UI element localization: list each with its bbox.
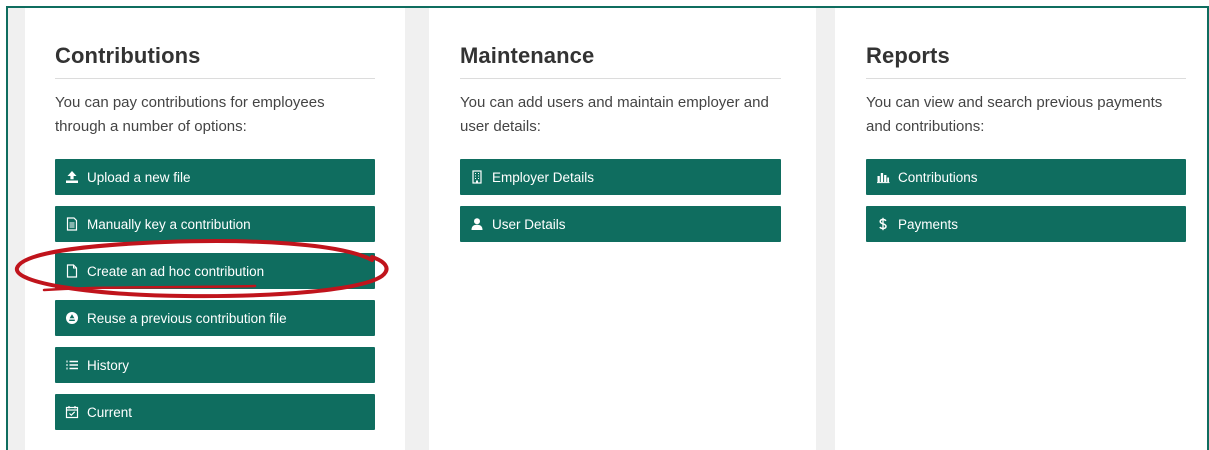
maintenance-panel-content: Maintenance You can add users and mainta… xyxy=(460,42,781,253)
reuse-previous-contribution-file-button[interactable]: Reuse a previous contribution file xyxy=(55,300,375,336)
manually-key-contribution-label: Manually key a contribution xyxy=(87,216,251,232)
maintenance-panel: Maintenance You can add users and mainta… xyxy=(429,8,816,450)
building-icon xyxy=(470,170,484,184)
user-details-label: User Details xyxy=(492,216,566,232)
history-label: History xyxy=(87,357,130,373)
current-button[interactable]: Current xyxy=(55,394,375,430)
recycle-icon xyxy=(65,311,79,325)
contributions-panel-content: Contributions You can pay contributions … xyxy=(55,42,375,441)
reports-panel: Reports You can view and search previous… xyxy=(835,8,1207,450)
employer-details-button[interactable]: Employer Details xyxy=(460,159,781,195)
payments-button[interactable]: Payments xyxy=(866,206,1186,242)
document-blank-icon xyxy=(65,264,79,278)
employer-details-label: Employer Details xyxy=(492,169,595,185)
dashboard-frame: Contributions You can pay contributions … xyxy=(6,6,1209,450)
contributions-panel: Contributions You can pay contributions … xyxy=(25,8,405,450)
document-lines-icon xyxy=(65,217,79,231)
upload-new-file-label: Upload a new file xyxy=(87,169,191,185)
reports-description: You can view and search previous payment… xyxy=(866,94,1163,135)
user-icon xyxy=(470,217,484,231)
user-details-button[interactable]: User Details xyxy=(460,206,781,242)
maintenance-description: You can add users and maintain employer … xyxy=(460,94,769,135)
upload-icon xyxy=(65,170,79,184)
reuse-previous-contribution-file-label: Reuse a previous contribution file xyxy=(87,310,287,326)
reports-contributions-button[interactable]: Contributions xyxy=(866,159,1186,195)
bar-chart-icon xyxy=(876,170,890,184)
reports-panel-content: Reports You can view and search previous… xyxy=(866,42,1186,253)
payments-label: Payments xyxy=(898,216,959,232)
contributions-description: You can pay contributions for employees … xyxy=(55,94,325,135)
maintenance-heading: Maintenance xyxy=(460,42,781,79)
create-ad-hoc-contribution-button[interactable]: Create an ad hoc contribution xyxy=(55,253,375,289)
contributions-heading: Contributions xyxy=(55,42,375,79)
current-label: Current xyxy=(87,404,133,420)
reports-heading: Reports xyxy=(866,42,1186,79)
create-ad-hoc-contribution-label: Create an ad hoc contribution xyxy=(87,263,265,279)
dollar-icon xyxy=(876,217,890,231)
upload-new-file-button[interactable]: Upload a new file xyxy=(55,159,375,195)
manually-key-contribution-button[interactable]: Manually key a contribution xyxy=(55,206,375,242)
numbered-list-icon xyxy=(65,358,79,372)
calendar-check-icon xyxy=(65,405,79,419)
reports-contributions-label: Contributions xyxy=(898,169,978,185)
history-button[interactable]: History xyxy=(55,347,375,383)
